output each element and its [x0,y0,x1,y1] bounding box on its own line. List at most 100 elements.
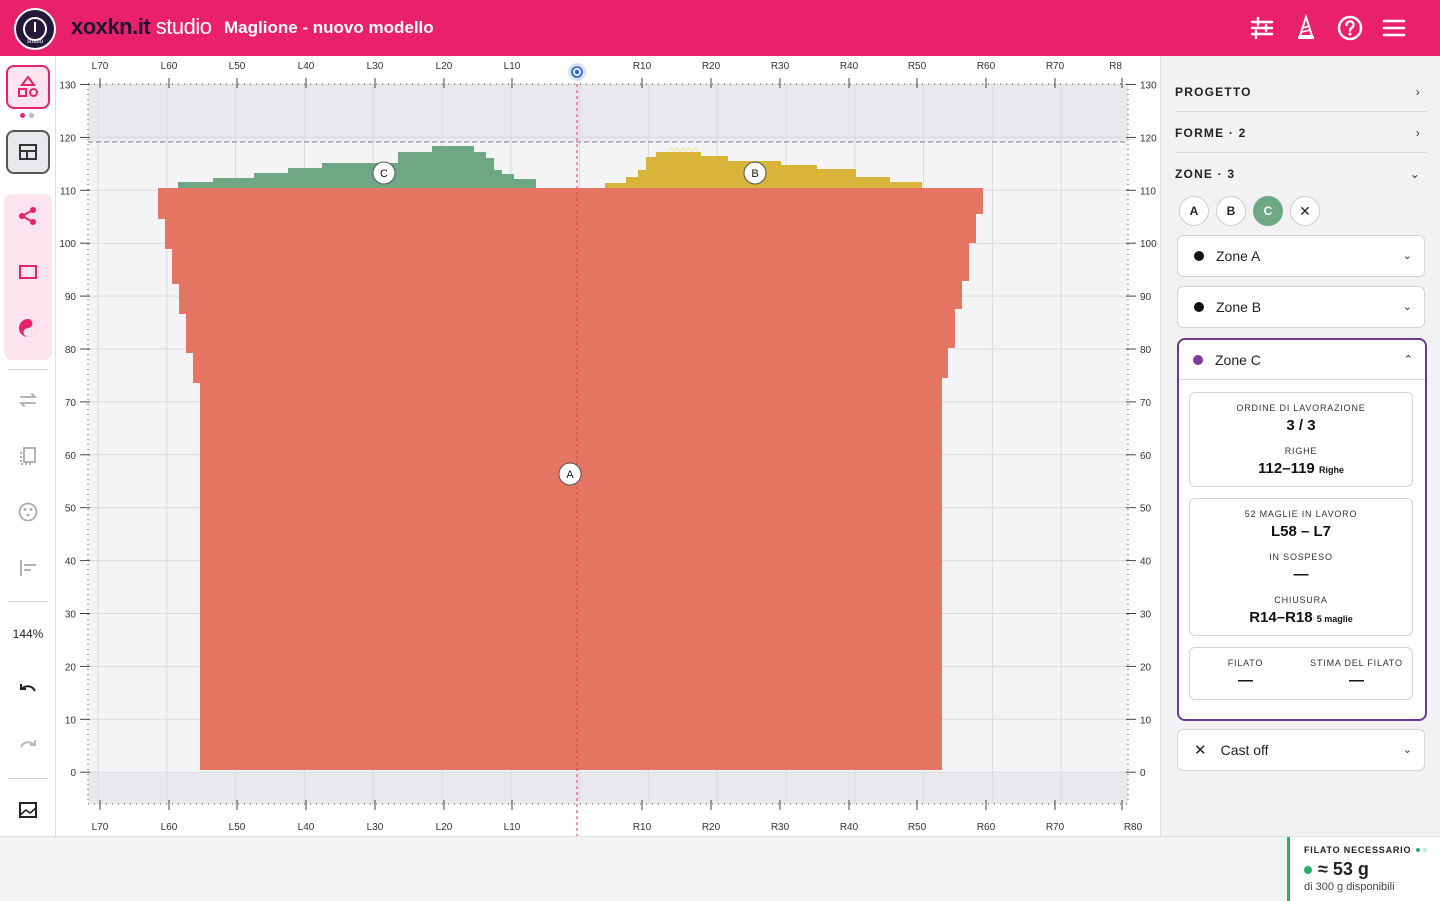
section-forme[interactable]: FORME · 2 › [1175,113,1427,153]
clear-zone-button[interactable]: ✕ [1290,196,1320,226]
palette-icon [18,502,38,522]
align-tool-button[interactable] [6,546,50,590]
zone-b-label[interactable]: B [743,161,767,185]
zone-c-header[interactable]: Zone C ⌃ [1179,340,1425,380]
ruler-row-label: 120 [59,133,76,144]
shapes-tool-button[interactable] [6,65,50,109]
copy-icon [20,447,36,465]
ruler-col-label: R50 [908,61,927,72]
yarn-status-dot [1304,865,1312,874]
swap-tool-button[interactable] [6,378,50,422]
yarn-available: di 300 g disponibili [1304,881,1395,893]
ruler-col-label: L40 [298,822,315,833]
zoom-level[interactable]: 144% [0,627,56,641]
image-export-button[interactable] [6,788,50,832]
chevron-down-icon: ⌄ [1402,301,1412,313]
ruler-col-label: L70 [92,822,109,833]
chiusura-value: R14–R18 [1249,609,1313,626]
ruler-col-label: L60 [161,61,178,72]
chevron-down-icon: ⌄ [1402,250,1412,262]
layout-tool-button[interactable] [6,130,50,174]
ruler-row-label: 30 [1140,610,1152,621]
cast-off-card[interactable]: ✕ Cast off ⌄ [1177,729,1425,771]
pattern-grid[interactable]: C B A L70 L60 L50 L40 L30 L20 L10 R10 R20 R30 R40 R… [56,56,1160,836]
page-dot [29,113,34,118]
redo-button[interactable] [6,724,50,768]
ruler-row-label: 130 [1140,81,1157,92]
ruler-row-label: 60 [1140,451,1152,462]
copy-tool-button[interactable] [6,434,50,478]
ruler-col-label: L20 [436,822,453,833]
toolbar-divider [8,601,48,602]
ruler-col-label: R40 [840,822,859,833]
ruler-row-label: 70 [1140,398,1152,409]
ruler-row-label: 20 [65,662,77,673]
ruler-row-label: 40 [1140,557,1152,568]
share-nodes-icon [19,207,36,225]
yarn-label: FILATO NECESSARIO [1304,845,1412,855]
toolbar-divider [8,369,48,370]
zone-chip-c[interactable]: C [1253,196,1283,226]
chiusura-unit: 5 maglie [1316,614,1353,624]
ruler-row-label: 100 [59,239,76,250]
app-logo[interactable]: studio [14,8,56,50]
ruler-row-label: 90 [65,292,77,303]
zone-a-color-dot [1194,251,1204,261]
yarn-needed-widget[interactable]: FILATO NECESSARIO ≈ 53 g di 300 g dispon… [1287,837,1440,901]
maglie-box: 52 MAGLIE IN LAVORO L58 – L7 IN SOSPESO … [1189,498,1413,636]
section-zone[interactable]: ZONE · 3 ⌄ [1175,154,1427,194]
zone-chip-b[interactable]: B [1216,196,1246,226]
chevron-right-icon: › [1415,85,1421,99]
sliders-icon[interactable] [1248,14,1276,42]
ruler-row-label: 100 [1140,239,1157,250]
brand-sub: studio [150,14,212,39]
help-icon[interactable] [1336,14,1364,42]
ruler-col-label: L50 [229,822,246,833]
palette-tool-button[interactable] [6,490,50,534]
ruler-row-label: 90 [1140,292,1152,303]
shapes-icon [18,75,38,97]
section-progetto[interactable]: PROGETTO › [1175,72,1427,112]
undo-button[interactable] [6,668,50,712]
ruler-row-label: 120 [1140,133,1157,144]
ruler-col-label: L30 [367,61,384,72]
rectangle-tool-button[interactable] [6,250,50,294]
zone-a-name: Zone A [1216,248,1261,264]
ruler-col-label: R80 [1124,822,1143,833]
ruler-col-label: R10 [633,822,652,833]
zone-a-card[interactable]: Zone A ⌄ [1177,235,1425,277]
ruler-row-label: 10 [1140,715,1152,726]
ruler-row-label: 110 [1140,186,1156,197]
chevron-down-icon: ⌄ [1402,744,1412,756]
zone-b-card[interactable]: Zone B ⌄ [1177,286,1425,328]
zone-c-label-text: C [380,168,388,180]
ruler-col-label: R70 [1046,61,1065,72]
ruler-col-label: R10 [633,61,652,72]
menu-icon[interactable] [1380,14,1408,42]
ruler-row-label: 110 [60,186,76,197]
ruler-row-label: 70 [65,398,77,409]
out-of-bounds-top [88,84,1128,142]
zone-chip-a[interactable]: A [1179,196,1209,226]
chevron-down-icon: ⌄ [1409,167,1421,181]
filato-label: FILATO [1227,658,1264,668]
zone-b-label-text: B [751,168,758,180]
properties-panel: PROGETTO › FORME · 2 › ZONE · 3 ⌄ A B C … [1160,56,1440,836]
knit-canvas[interactable]: C B A L70 L60 L50 L40 L30 L20 L10 R10 R20 R30 R40 R… [56,56,1160,836]
ruler-col-label: R8 [1109,61,1122,72]
yin-yang-icon [19,319,37,337]
ruler-row-label: 0 [1140,768,1146,779]
center-crosshair-icon[interactable] [568,63,586,81]
yarn-cone-icon[interactable] [1292,14,1320,42]
zone-a-label[interactable]: A [558,462,582,486]
zone-c-card-expanded[interactable]: Zone C ⌃ ORDINE DI LAVORAZIONE 3 / 3 RIG… [1177,338,1427,721]
out-of-bounds-bottom [88,772,1128,804]
share-tool-button[interactable] [6,194,50,238]
zone-c-label[interactable]: C [372,161,396,185]
yin-yang-tool-button[interactable] [6,306,50,350]
document-title[interactable]: Maglione - nuovo modello [224,18,434,38]
zone-b-name: Zone B [1216,299,1262,315]
stima-label: STIMA DEL FILATO [1310,658,1403,668]
layout-icon [19,144,37,160]
ruler-col-label: L70 [92,61,109,72]
